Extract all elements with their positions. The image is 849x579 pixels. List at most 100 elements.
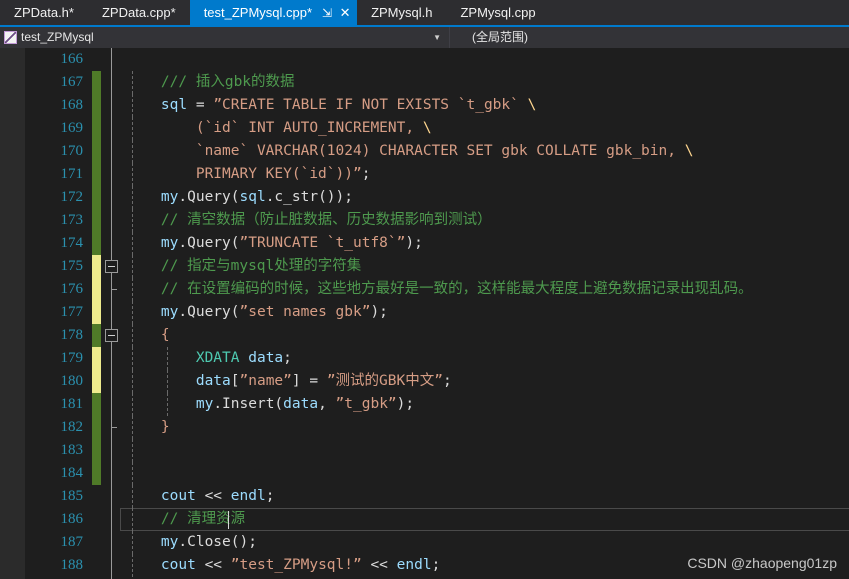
code-text[interactable]: PRIMARY KEY(`id`))”; (126, 163, 849, 186)
code-text[interactable]: // 清理资源 (126, 508, 849, 531)
editor-tab-0[interactable]: ZPData.h* (0, 0, 88, 25)
code-line[interactable]: 184 (25, 462, 849, 485)
selection-margin[interactable] (0, 48, 25, 579)
fold-column[interactable] (104, 94, 120, 117)
fold-column[interactable] (104, 393, 120, 416)
change-indicator (92, 301, 101, 324)
code-line[interactable]: 171 PRIMARY KEY(`id`))”; (25, 163, 849, 186)
code-token: ”test_ZPMysql!” (230, 557, 362, 573)
code-line[interactable]: 170 `name` VARCHAR(1024) CHARACTER SET g… (25, 140, 849, 163)
code-text[interactable]: my.Query(”TRUNCATE `t_utf8`”); (126, 232, 849, 255)
fold-guide-line (111, 48, 112, 71)
code-text[interactable]: { (126, 324, 849, 347)
fold-column[interactable] (104, 232, 120, 255)
code-line[interactable]: 166 (25, 48, 849, 71)
fold-column[interactable] (104, 117, 120, 140)
code-line[interactable]: 172 my.Query(sql.c_str()); (25, 186, 849, 209)
code-text[interactable]: my.Query(sql.c_str()); (126, 186, 849, 209)
code-editor[interactable]: 166 167 /// 插入gbk的数据 168 sql = ”CREATE TAB… (0, 48, 849, 579)
code-line[interactable]: 187 my.Close(); (25, 531, 849, 554)
code-line[interactable]: 181 my.Insert(data, ”t_gbk”); (25, 393, 849, 416)
fold-column[interactable] (104, 531, 120, 554)
editor-tab-1[interactable]: ZPData.cpp* (88, 0, 190, 25)
fold-column[interactable] (104, 416, 120, 439)
code-text[interactable]: sql = ”CREATE TABLE IF NOT EXISTS `t_gbk… (126, 94, 849, 117)
code-line[interactable]: 186 // 清理资源 (25, 508, 849, 531)
code-line[interactable]: 176 // 在设置编码的时候，这些地方最好是一致的，这样能最大程度上避免数据记… (25, 278, 849, 301)
code-line[interactable]: 180 data[”name”] = ”测试的GBK中文”; (25, 370, 849, 393)
line-number: 175 (60, 258, 84, 274)
fold-column[interactable] (104, 439, 120, 462)
fold-column[interactable] (104, 140, 120, 163)
editor-tab-2[interactable]: test_ZPMysql.cpp* ⇲ ✕ (189, 0, 358, 25)
code-line[interactable]: 173 // 清空数据（防止脏数据、历史数据影响到测试） (25, 209, 849, 232)
fold-column[interactable] (104, 48, 120, 71)
code-token: .Insert( (213, 396, 284, 412)
code-line[interactable]: 183 (25, 439, 849, 462)
code-line[interactable]: 174 my.Query(”TRUNCATE `t_utf8`”); (25, 232, 849, 255)
code-token: /// 插入gbk的数据 (126, 74, 295, 90)
code-text[interactable]: data[”name”] = ”测试的GBK中文”; (126, 370, 849, 393)
fold-column[interactable] (104, 163, 120, 186)
fold-column[interactable] (104, 255, 120, 278)
code-text[interactable] (126, 439, 849, 462)
code-text[interactable]: // 清空数据（防止脏数据、历史数据影响到测试） (126, 209, 849, 232)
code-line[interactable]: 179 XDATA data; (25, 347, 849, 370)
code-text[interactable]: (`id` INT AUTO_INCREMENT, \ (126, 117, 849, 140)
code-text[interactable]: cout << endl; (126, 485, 849, 508)
line-number: 183 (60, 442, 84, 458)
code-text[interactable] (126, 462, 849, 485)
code-line[interactable]: 185 cout << endl; (25, 485, 849, 508)
file-class-icon (4, 31, 17, 44)
code-line[interactable]: 167 /// 插入gbk的数据 (25, 71, 849, 94)
code-text[interactable]: my.Insert(data, ”t_gbk”); (126, 393, 849, 416)
fold-column[interactable] (104, 485, 120, 508)
chevron-down-icon[interactable]: ▼ (433, 27, 441, 48)
fold-collapse-icon[interactable] (105, 329, 118, 342)
code-rows-container[interactable]: 166 167 /// 插入gbk的数据 168 sql = ”CREATE TAB… (25, 48, 849, 579)
code-text[interactable] (126, 48, 849, 71)
code-token: data (283, 396, 319, 412)
editor-tab-label: ZPMysql.h (371, 5, 433, 20)
editor-tab-bar: ZPData.h* ZPData.cpp* test_ZPMysql.cpp* ⇲ ✕ Z… (0, 0, 849, 25)
member-scope-dropdown[interactable]: test_ZPMysql ▼ (0, 27, 450, 48)
code-text[interactable]: my.Query(”set names gbk”); (126, 301, 849, 324)
code-text[interactable]: } (126, 416, 849, 439)
fold-column[interactable] (104, 462, 120, 485)
fold-column[interactable] (104, 554, 120, 577)
fold-column[interactable] (104, 186, 120, 209)
fold-column[interactable] (104, 324, 120, 347)
code-line[interactable]: 168 sql = ”CREATE TABLE IF NOT EXISTS `t… (25, 94, 849, 117)
code-text[interactable]: // 在设置编码的时候，这些地方最好是一致的，这样能最大程度上避免数据记录出现乱… (126, 278, 849, 301)
fold-column[interactable] (104, 71, 120, 94)
code-line[interactable]: 169 (`id` INT AUTO_INCREMENT, \ (25, 117, 849, 140)
code-text[interactable]: // 指定与mysql处理的字符集 (126, 255, 849, 278)
global-scope-dropdown[interactable]: (全局范围) (450, 27, 849, 48)
close-icon[interactable]: ✕ (337, 5, 353, 21)
pin-icon[interactable]: ⇲ (319, 6, 335, 20)
code-text[interactable]: XDATA data; (126, 347, 849, 370)
editor-tab-3[interactable]: ZPMysql.h (357, 0, 446, 25)
fold-column[interactable] (104, 370, 120, 393)
code-line[interactable]: 178 { (25, 324, 849, 347)
code-line[interactable]: 182 } (25, 416, 849, 439)
fold-column[interactable] (104, 278, 120, 301)
fold-column[interactable] (104, 347, 120, 370)
code-line[interactable]: 175 // 指定与mysql处理的字符集 (25, 255, 849, 278)
fold-column[interactable] (104, 508, 120, 531)
code-text[interactable]: /// 插入gbk的数据 (126, 71, 849, 94)
fold-collapse-icon[interactable] (105, 260, 118, 273)
code-line[interactable]: 177 my.Query(”set names gbk”); (25, 301, 849, 324)
code-token: .Query( (178, 189, 240, 205)
fold-column[interactable] (104, 301, 120, 324)
code-text[interactable]: `name` VARCHAR(1024) CHARACTER SET gbk C… (126, 140, 849, 163)
fold-column[interactable] (104, 209, 120, 232)
visual-studio-editor-window: ZPData.h* ZPData.cpp* test_ZPMysql.cpp* ⇲ ✕ Z… (0, 0, 849, 579)
change-indicator (92, 71, 101, 94)
code-text[interactable]: my.Close(); (126, 531, 849, 554)
editor-tab-4[interactable]: ZPMysql.cpp (446, 0, 549, 25)
